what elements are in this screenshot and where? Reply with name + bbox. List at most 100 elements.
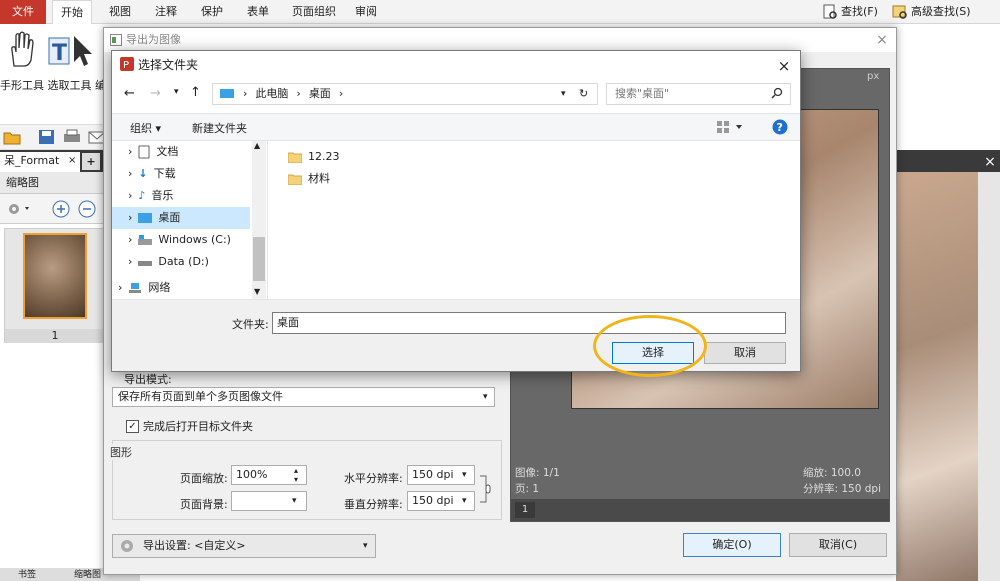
settings-gear-icon (119, 538, 135, 554)
tab-view[interactable]: 视图 (104, 0, 136, 24)
zoom-in-icon[interactable] (52, 200, 70, 218)
thumbnails-tab[interactable]: 缩略图 (74, 567, 101, 580)
forward-arrow-icon[interactable]: → (150, 86, 161, 101)
nav-item-desktop[interactable]: › 桌面 (112, 207, 250, 229)
nav-item-music[interactable]: › ♪ 音乐 (112, 185, 250, 207)
search-input[interactable]: 搜索"桌面" (606, 83, 791, 105)
save-icon[interactable] (38, 129, 56, 145)
tab-home[interactable]: 开始 (52, 0, 92, 25)
export-settings-select[interactable]: 导出设置: <自定义> ▾ (112, 534, 376, 558)
document-scrollbar[interactable] (978, 172, 1000, 581)
page-background-color[interactable]: ▾ (231, 491, 307, 511)
folder-dialog-title: 选择文件夹 (138, 58, 199, 72)
ribbon-body: T 手形工具 选取工具 编 (0, 24, 110, 124)
export-mode-select[interactable]: 保存所有页面到单个多页图像文件 ▾ (112, 387, 495, 407)
options-gear-icon[interactable] (6, 201, 32, 217)
folder-dialog-close[interactable]: × (772, 55, 796, 77)
tab-organize[interactable]: 页面组织 (286, 0, 342, 24)
nav-item-label: Windows (C:) (158, 233, 231, 246)
up-arrow-icon[interactable]: ↑ (190, 85, 201, 100)
h-resolution-select[interactable]: 150 dpi ▾ (407, 465, 475, 485)
document-tab-close[interactable]: × (68, 152, 76, 170)
export-dialog-app-icon (110, 34, 122, 46)
help-icon[interactable]: ? (772, 119, 788, 135)
page-background-label: 页面背景: (180, 498, 228, 511)
chevron-right-icon: › (128, 167, 133, 180)
page-thumbnail-number: 1 (5, 329, 105, 343)
breadcrumb-this-pc[interactable]: 此电脑 (255, 84, 288, 104)
select-tool-icon[interactable]: T (48, 34, 96, 70)
document-close-button[interactable]: × (980, 153, 1000, 171)
tab-protect[interactable]: 保护 (194, 0, 230, 24)
export-cancel-button[interactable]: 取消(C) (789, 533, 887, 557)
nav-item-label: 网络 (148, 281, 171, 294)
chevron-right-icon: › (128, 145, 133, 158)
preview-unit: px (867, 71, 880, 82)
preview-page-bar: 1 (511, 499, 889, 521)
tab-annotate[interactable]: 注释 (148, 0, 184, 24)
navigation-scrollbar[interactable]: ▲ ▼ (252, 141, 266, 299)
scroll-up-icon[interactable]: ▲ (254, 141, 260, 150)
nav-item-label: 桌面 (158, 211, 181, 224)
new-tab-button[interactable]: + (82, 153, 100, 170)
organize-button[interactable]: 组织 ▾ (130, 120, 161, 136)
export-dialog-close[interactable]: × (872, 30, 892, 50)
stepper-icon[interactable]: ▴ ▾ (294, 466, 298, 484)
ribbon-tab-bar: 文件 开始 视图 注释 保护 表单 页面组织 审阅 查找(F) 高级查找(S) (0, 0, 1000, 25)
advanced-find-label: 高级查找(S) (911, 5, 971, 18)
navigation-pane: › 文档 › ↓ 下载 › ♪ 音乐 › 桌面 › Windows (C:) › Data (D… (112, 141, 268, 299)
page-thumbnail[interactable]: 1 (4, 228, 105, 343)
desktop-icon (138, 213, 153, 223)
scroll-thumb[interactable] (253, 237, 265, 281)
find-button[interactable]: 查找(F) (822, 3, 878, 21)
h-resolution-value: 150 dpi (412, 468, 454, 481)
recent-chevron-icon[interactable]: ▾ (174, 87, 179, 97)
file-list: 12.23 材料 (282, 145, 782, 295)
v-resolution-select[interactable]: 150 dpi ▾ (407, 491, 475, 511)
nav-item-d-drive[interactable]: › Data (D:) (112, 251, 250, 273)
tab-file[interactable]: 文件 (0, 0, 46, 24)
print-icon[interactable] (63, 129, 81, 145)
find-label: 查找(F) (841, 5, 878, 18)
tab-form[interactable]: 表单 (240, 0, 276, 24)
view-grid-icon[interactable] (716, 120, 744, 134)
refresh-icon[interactable]: ↻ (579, 84, 588, 104)
folder-name-input[interactable]: 桌面 (272, 312, 786, 334)
nav-item-downloads[interactable]: › ↓ 下载 (112, 163, 250, 185)
new-folder-button[interactable]: 新建文件夹 (192, 120, 247, 136)
list-item[interactable]: 材料 (282, 169, 330, 189)
preview-page-number[interactable]: 1 (515, 502, 535, 518)
advanced-find-button[interactable]: 高级查找(S) (892, 3, 971, 21)
nav-item-documents[interactable]: › 文档 (112, 141, 250, 163)
folder-icon (288, 173, 302, 185)
command-bar: 组织 ▾ 新建文件夹 ? (112, 113, 800, 141)
link-chain-icon[interactable] (478, 474, 492, 504)
document-tab[interactable]: 呆_Format × (0, 152, 80, 172)
hand-tool-icon[interactable] (6, 30, 38, 70)
zoom-out-icon[interactable] (78, 200, 96, 218)
open-folder-checkbox[interactable]: ✓ (126, 419, 139, 433)
folder-name: 材料 (308, 172, 330, 185)
folder-name: 12.23 (308, 150, 340, 163)
list-item[interactable]: 12.23 (282, 147, 340, 167)
nav-item-network[interactable]: › 网络 (112, 277, 250, 299)
open-folder-icon[interactable] (3, 129, 21, 145)
breadcrumb-desktop[interactable]: 桌面 (309, 84, 331, 104)
chevron-down-icon[interactable]: ▾ (561, 84, 566, 104)
thumbnail-panel-title: 缩略图 (0, 172, 107, 194)
tab-review[interactable]: 审阅 (350, 0, 382, 24)
back-arrow-icon[interactable]: ← (124, 86, 135, 101)
export-dialog-title: 导出为图像 (104, 28, 896, 52)
chevron-right-icon: › (118, 281, 123, 294)
open-folder-label: 完成后打开目标文件夹 (143, 420, 253, 433)
nav-item-c-drive[interactable]: › Windows (C:) (112, 229, 250, 251)
bookmarks-tab[interactable]: 书签 (18, 567, 36, 580)
export-ok-button[interactable]: 确定(O) (683, 533, 781, 557)
folder-cancel-button[interactable]: 取消 (704, 342, 786, 364)
page-scale-value: 100% (236, 468, 268, 481)
chevron-right-icon: › (128, 211, 133, 224)
address-bar[interactable]: › 此电脑 › 桌面 › ▾ ↻ (212, 83, 598, 105)
page-scale-input[interactable]: 100% ▴ ▾ (231, 465, 307, 485)
scroll-down-icon[interactable]: ▼ (254, 287, 260, 296)
open-folder-option[interactable]: ✓ 完成后打开目标文件夹 (126, 418, 253, 434)
